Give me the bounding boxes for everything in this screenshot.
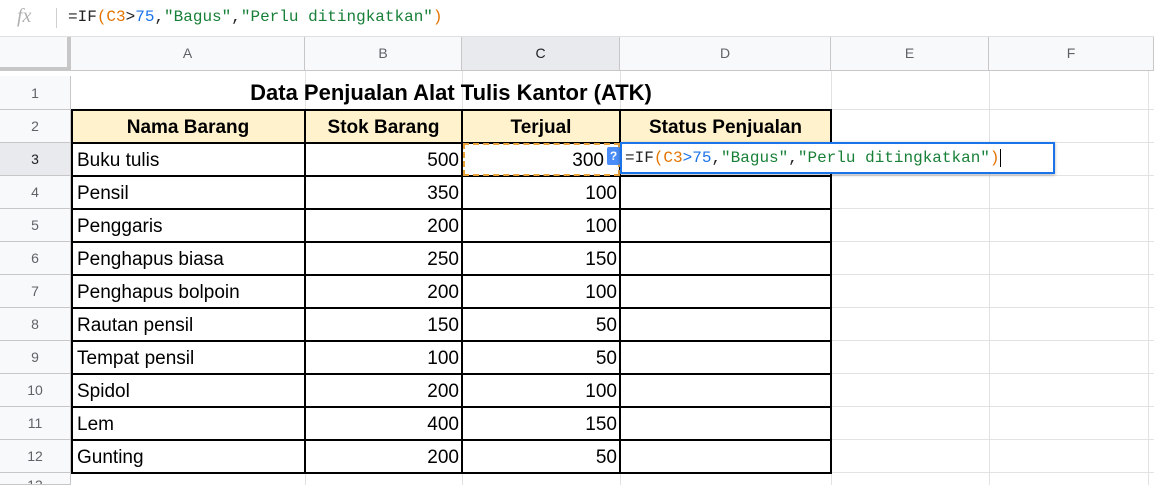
cell-stok[interactable]: 500 (305, 143, 462, 176)
formula-bar: fx =IF(C3>75,"Bagus","Perlu ditingkatkan… (0, 0, 1154, 37)
cell-stok[interactable]: 200 (305, 374, 462, 407)
row-header-9[interactable]: 9 (0, 341, 71, 374)
header-status-penjualan[interactable]: Status Penjualan (620, 110, 831, 143)
cell-terjual[interactable]: 150 (462, 407, 620, 440)
cell-terjual[interactable]: 50 (462, 341, 620, 374)
formula-token-string: "Bagus" (164, 8, 232, 26)
editor-token-function: =IF (625, 149, 654, 167)
cell-stok[interactable]: 350 (305, 176, 462, 209)
editor-token-comma: , (788, 149, 798, 167)
editor-token-operator: > (682, 149, 693, 167)
cell-terjual[interactable]: 100 (462, 209, 620, 242)
sheet-title[interactable]: Data Penjualan Alat Tulis Kantor (ATK) (71, 76, 831, 109)
cell-stok[interactable]: 400 (305, 407, 462, 440)
formula-token-comma: , (154, 8, 165, 26)
cell-terjual[interactable]: 100 (462, 275, 620, 308)
formula-token-close-paren: ) (432, 8, 443, 26)
row-header-1[interactable]: 1 (0, 76, 71, 110)
editor-token-open-paren: ( (653, 149, 664, 167)
formula-token-open-paren: ( (96, 8, 107, 26)
formula-token-ref: C3 (106, 8, 126, 26)
row-header-11[interactable]: 11 (0, 407, 71, 440)
cell-nama[interactable]: Penghapus bolpoin (71, 275, 305, 308)
cell-terjual[interactable]: 150 (462, 242, 620, 275)
column-header-d[interactable]: D (620, 37, 831, 71)
editor-token-ref: C3 (663, 149, 683, 167)
column-header-a[interactable]: A (71, 37, 305, 71)
row-header-4[interactable]: 4 (0, 176, 71, 209)
fx-icon: fx (17, 5, 32, 27)
column-header-f[interactable]: F (989, 37, 1154, 71)
formula-token-number: 75 (135, 8, 155, 26)
cell-nama[interactable]: Buku tulis (71, 143, 305, 176)
cell-stok[interactable]: 200 (305, 275, 462, 308)
cell-stok[interactable]: 200 (305, 440, 462, 473)
editor-token-string: "Perlu ditingkatkan" (797, 149, 990, 167)
cell-stok[interactable]: 100 (305, 341, 462, 374)
editor-token-comma: , (711, 149, 722, 167)
formula-input[interactable]: =IF(C3>75,"Bagus","Perlu ditingkatkan") (68, 8, 443, 26)
row-header-5[interactable]: 5 (0, 209, 71, 242)
column-header-e[interactable]: E (831, 37, 989, 71)
cell-nama[interactable]: Penghapus biasa (71, 242, 305, 275)
cell-stok[interactable]: 200 (305, 209, 462, 242)
editor-token-string: "Bagus" (721, 149, 789, 167)
formula-token-comma: , (231, 8, 241, 26)
column-header-c[interactable]: C (462, 37, 620, 71)
header-nama-barang[interactable]: Nama Barang (71, 110, 305, 143)
cell-nama[interactable]: Rautan pensil (71, 308, 305, 341)
cell-nama[interactable]: Penggaris (71, 209, 305, 242)
formula-token-operator: > (125, 8, 136, 26)
cell-nama[interactable]: Pensil (71, 176, 305, 209)
header-stok-barang[interactable]: Stok Barang (305, 110, 462, 143)
cell-terjual[interactable]: 100 (462, 374, 620, 407)
formula-token-function: =IF (68, 8, 97, 26)
cell-terjual[interactable]: 100 (462, 176, 620, 209)
copy-selection-marquee (463, 143, 620, 176)
select-all-corner[interactable] (0, 37, 71, 71)
cell-nama[interactable]: Spidol (71, 374, 305, 407)
cell-nama[interactable]: Gunting (71, 440, 305, 473)
formula-help-icon[interactable]: ? (607, 147, 620, 165)
row-header-6[interactable]: 6 (0, 242, 71, 275)
row-header-13[interactable]: 13 (0, 473, 71, 485)
editor-token-close-paren: ) (989, 149, 1000, 167)
text-cursor (999, 148, 1001, 167)
row-header-7[interactable]: 7 (0, 275, 71, 308)
row-header-12[interactable]: 12 (0, 440, 71, 473)
row-header-10[interactable]: 10 (0, 374, 71, 407)
cell-nama[interactable]: Lem (71, 407, 305, 440)
formula-token-string: "Perlu ditingkatkan" (240, 8, 433, 26)
cell-stok[interactable]: 250 (305, 242, 462, 275)
row-header-2[interactable]: 2 (0, 110, 71, 143)
editor-token-number: 75 (692, 149, 712, 167)
cell-editor-d3[interactable]: =IF(C3>75,"Bagus","Perlu ditingkatkan") (620, 142, 1055, 174)
formula-bar-separator (56, 8, 57, 28)
cell-stok[interactable]: 150 (305, 308, 462, 341)
header-terjual[interactable]: Terjual (462, 110, 620, 143)
row-header-8[interactable]: 8 (0, 308, 71, 341)
cell-nama[interactable]: Tempat pensil (71, 341, 305, 374)
row-header-3[interactable]: 3 (0, 143, 71, 176)
cell-terjual[interactable]: 50 (462, 440, 620, 473)
cell-terjual[interactable]: 50 (462, 308, 620, 341)
column-header-b[interactable]: B (305, 37, 462, 71)
